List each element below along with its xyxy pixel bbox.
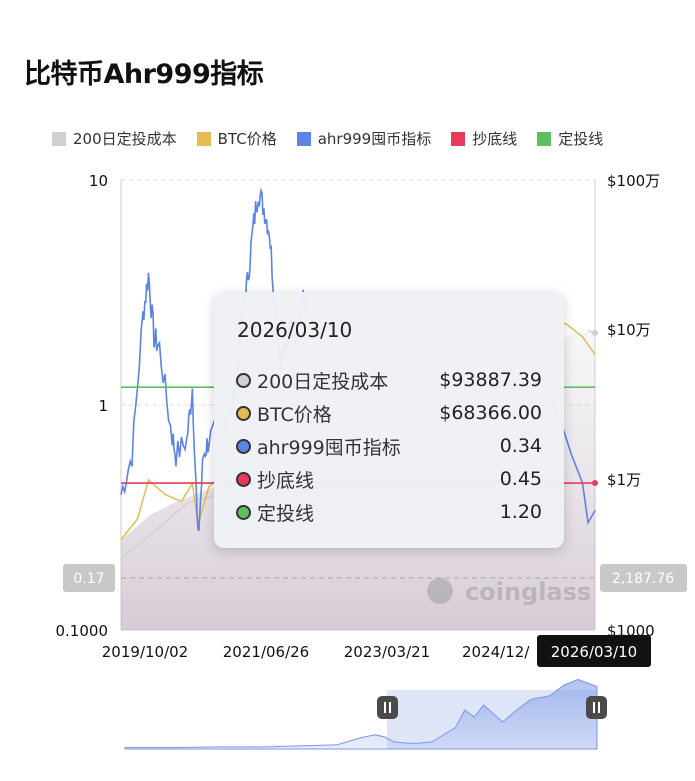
x-tick-label: 2019/10/02 — [102, 643, 188, 661]
tooltip-row-btc: BTC价格 $68366.00 — [236, 398, 542, 428]
tooltip-dot — [236, 405, 251, 421]
tooltip-dot — [236, 372, 251, 388]
x-tick-label: 2024/12/ — [462, 643, 530, 661]
x-tick-label: 2023/03/21 — [344, 643, 430, 661]
tooltip-value: 1.20 — [499, 501, 542, 523]
tooltip: 2026/03/10 200日定投成本 $93887.39 BTC价格 $683… — [214, 292, 564, 548]
left-tick-label: 10 — [89, 172, 108, 190]
cost-end-marker — [592, 330, 598, 336]
tooltip-row-dca-line: 定投线 1.20 — [236, 497, 542, 527]
navigator-handle-left-bg — [377, 696, 398, 719]
crosshair-left-value: 0.17 — [73, 571, 104, 587]
tooltip-dot — [236, 438, 251, 454]
tooltip-label: 抄底线 — [257, 469, 315, 492]
left-tick-label: 1 — [98, 397, 108, 415]
navigator-handle-right[interactable] — [586, 696, 607, 719]
tooltip-value: $93887.39 — [439, 369, 542, 391]
tooltip-row-cost: 200日定投成本 $93887.39 — [236, 365, 542, 395]
crosshair-right-value: 2,187.76 — [612, 571, 674, 587]
tooltip-label: ahr999囤币指标 — [257, 436, 401, 459]
watermark-logo-icon — [427, 578, 453, 604]
right-tick-label: $100万 — [607, 172, 660, 190]
x-crosshair-label: 2026/03/10 — [551, 643, 637, 661]
navigator-handle-left-grip — [384, 702, 386, 713]
bottom-line-end-marker — [592, 480, 598, 486]
watermark-text: coinglass — [465, 578, 591, 606]
x-tick-label: 2021/06/26 — [223, 643, 309, 661]
tooltip-label: 200日定投成本 — [257, 370, 389, 393]
tooltip-label: 定投线 — [257, 502, 315, 525]
tooltip-dot — [236, 471, 251, 487]
navigator-handle-right-grip — [598, 702, 600, 713]
tooltip-value: $68366.00 — [439, 402, 542, 424]
tooltip-label: BTC价格 — [257, 403, 332, 426]
tooltip-row-ahr999: ahr999囤币指标 0.34 — [236, 431, 542, 461]
right-tick-label: $10万 — [607, 321, 651, 339]
range-navigator[interactable] — [124, 678, 607, 750]
navigator-handle-right-bg — [586, 696, 607, 719]
navigator-area — [124, 678, 598, 750]
tooltip-value: 0.45 — [499, 468, 542, 490]
navigator-handle-right-grip — [593, 702, 595, 713]
right-tick-label: $1万 — [607, 471, 641, 489]
left-tick-label: 0.1000 — [56, 622, 109, 640]
navigator-handle-left[interactable] — [377, 696, 398, 719]
tooltip-date: 2026/03/10 — [237, 318, 353, 342]
navigator-handle-left-grip — [389, 702, 391, 713]
tooltip-dot — [236, 504, 251, 520]
tooltip-value: 0.34 — [499, 435, 542, 457]
tooltip-row-bottom-line: 抄底线 0.45 — [236, 464, 542, 494]
